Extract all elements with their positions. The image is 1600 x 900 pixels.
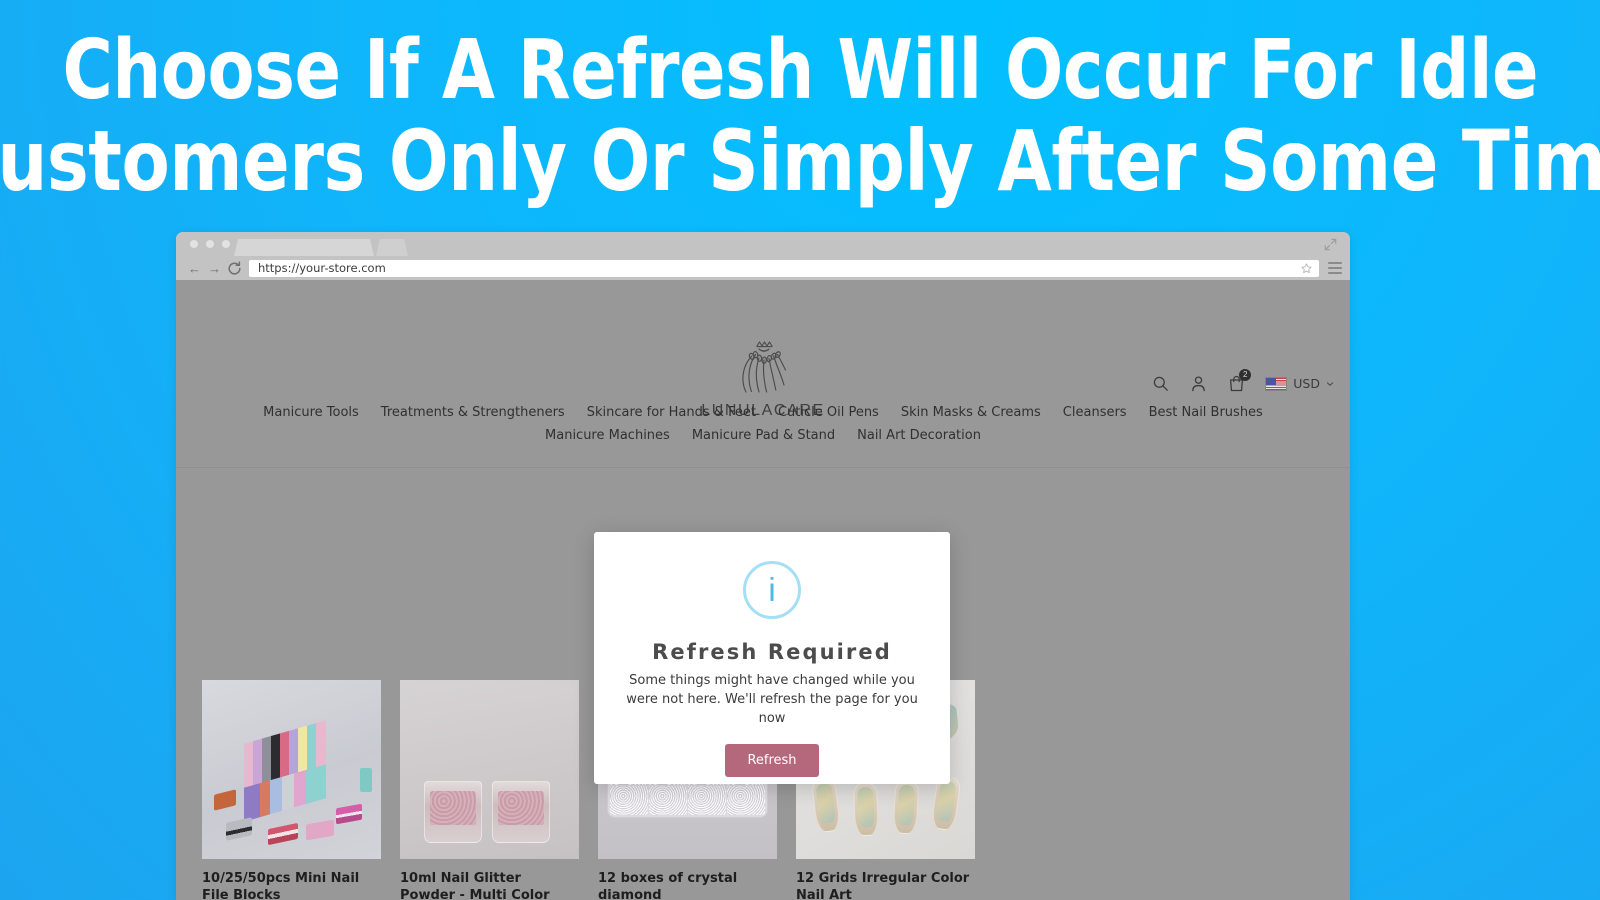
header-actions: 2 USD (1151, 369, 1334, 393)
search-icon[interactable] (1151, 374, 1170, 393)
currency-selector[interactable]: USD (1265, 376, 1334, 391)
modal-title: Refresh Required (652, 640, 892, 664)
product-title: 12 Grids Irregular Color Nail Art (796, 871, 970, 900)
store-navigation: Manicure Tools Treatments & Strengthener… (176, 404, 1350, 445)
nav-item-skincare-hands-feet[interactable]: Skincare for Hands & Feet (587, 404, 756, 422)
refresh-button[interactable]: Refresh (725, 744, 819, 777)
nav-item-cleansers[interactable]: Cleansers (1063, 404, 1127, 422)
store-page: LunulaCare 2 (176, 280, 1350, 900)
product-image (202, 680, 381, 859)
nav-item-treatments-strengtheners[interactable]: Treatments & Strengtheners (381, 404, 565, 422)
nav-item-manicure-machines[interactable]: Manicure Machines (545, 427, 670, 445)
chevron-down-icon (1326, 381, 1334, 386)
nav-item-skin-masks-creams[interactable]: Skin Masks & Creams (901, 404, 1041, 422)
hands-crown-logo-icon (742, 341, 787, 393)
forward-button[interactable]: → (206, 260, 223, 277)
url-input[interactable]: https://your-store.com (249, 259, 1319, 277)
product-image (400, 680, 579, 859)
account-person-icon[interactable] (1189, 374, 1208, 393)
bookmark-star-icon[interactable] (1300, 262, 1313, 275)
nav-item-nail-art-decoration[interactable]: Nail Art Decoration (857, 427, 981, 445)
us-flag-icon (1265, 376, 1288, 391)
product-title: 12 boxes of crystal diamond (598, 871, 738, 900)
shopping-bag-icon[interactable]: 2 (1227, 369, 1252, 393)
browser-tab-active[interactable] (234, 239, 374, 256)
product-card[interactable]: 10/25/50pcs Mini Nail File Blocks from $… (202, 680, 381, 900)
browser-url-bar: ← → https://your-store.com (176, 256, 1350, 280)
browser-tab-bar (176, 232, 1350, 256)
cart-count-badge: 2 (1239, 369, 1252, 381)
product-card[interactable]: 10ml Nail Glitter Powder - Multi Color $… (400, 680, 579, 900)
browser-tab-secondary[interactable] (376, 239, 408, 256)
product-title: 10/25/50pcs Mini Nail File Blocks (202, 871, 360, 900)
currency-label: USD (1293, 376, 1320, 391)
nav-item-cuticle-oil-pens[interactable]: Cuticle Oil Pens (778, 404, 879, 422)
fullscreen-expand-icon[interactable] (1323, 237, 1338, 252)
info-icon-glyph: i (768, 570, 776, 608)
headline-line-2: Customers Only Or Simply After Some Time (0, 111, 1600, 210)
hamburger-menu-icon[interactable] (1328, 262, 1342, 274)
reload-icon[interactable] (226, 260, 243, 277)
nav-item-best-nail-brushes[interactable]: Best Nail Brushes (1149, 404, 1263, 422)
back-button[interactable]: ← (186, 260, 203, 277)
promo-headline: Choose If A Refresh Will Occur For Idle … (0, 0, 1600, 228)
product-title: 10ml Nail Glitter Powder - Multi Color (400, 871, 550, 900)
close-window-dot[interactable] (190, 240, 198, 248)
info-circle-icon: i (743, 561, 801, 619)
url-text: https://your-store.com (258, 261, 386, 275)
maximize-window-dot[interactable] (222, 240, 230, 248)
store-header: LunulaCare 2 (176, 280, 1350, 468)
nav-item-manicure-tools[interactable]: Manicure Tools (263, 404, 359, 422)
minimize-window-dot[interactable] (206, 240, 214, 248)
window-traffic-lights[interactable] (190, 240, 230, 248)
browser-window: ← → https://your-store.com LUNULACARE 2 … (176, 232, 1350, 900)
nav-item-manicure-pad-stand[interactable]: Manicure Pad & Stand (692, 427, 835, 445)
modal-body-text: Some things might have changed while you… (626, 673, 918, 726)
refresh-required-modal: i Refresh Required Some things might hav… (594, 532, 950, 784)
headline-line-1: Choose If A Refresh Will Occur For Idle (62, 23, 1538, 119)
